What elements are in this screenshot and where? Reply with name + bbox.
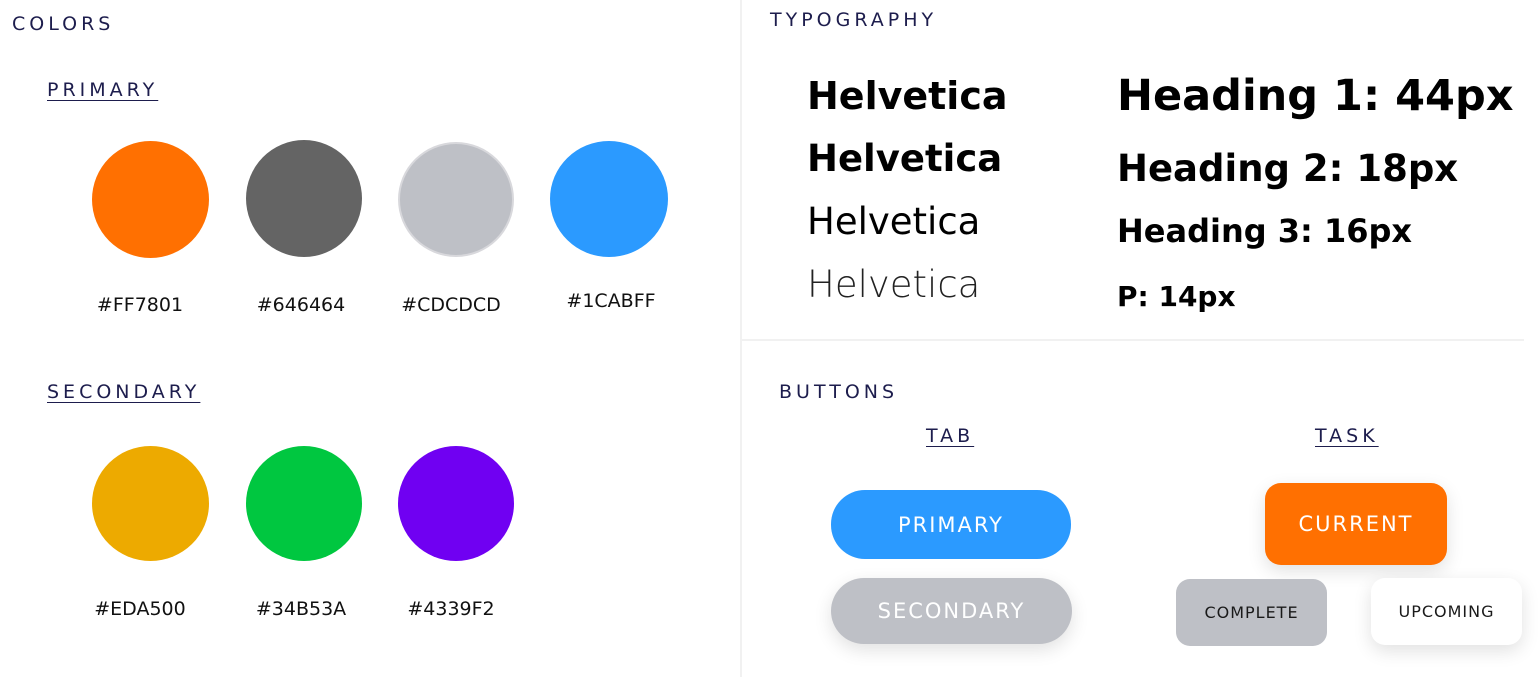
secondary-swatch-purple xyxy=(398,446,514,561)
primary-hex-label: #FF7801 xyxy=(96,294,184,316)
secondary-colors-label: SECONDARY xyxy=(47,381,201,403)
horizontal-divider xyxy=(742,339,1524,341)
primary-colors-label: PRIMARY xyxy=(47,79,159,101)
secondary-hex-label: #4339F2 xyxy=(407,598,495,620)
primary-swatch-orange xyxy=(92,141,209,258)
colors-title: COLORS xyxy=(12,13,115,35)
secondary-swatch-green xyxy=(246,446,362,561)
buttons-title: BUTTONS xyxy=(779,381,899,403)
primary-hex-label: #CDCDCD xyxy=(401,294,501,316)
secondary-hex-label: #EDA500 xyxy=(94,598,186,620)
paragraph-sample: P: 14px xyxy=(1117,280,1236,313)
secondary-hex-label: #34B53A xyxy=(255,598,347,620)
primary-hex-label: #646464 xyxy=(256,294,346,316)
task-complete-button[interactable]: COMPLETE xyxy=(1176,579,1327,646)
task-upcoming-button[interactable]: UPCOMING xyxy=(1371,578,1522,645)
heading-1-sample: Heading 1: 44px xyxy=(1117,71,1514,121)
font-sample-bold: Helvetica xyxy=(807,74,1008,118)
font-sample-light: Helvetica xyxy=(807,263,981,306)
tab-buttons-label: TAB xyxy=(926,425,975,447)
font-sample-semibold: Helvetica xyxy=(807,137,1003,180)
task-current-button[interactable]: CURRENT xyxy=(1265,483,1447,565)
typography-title: TYPOGRAPHY xyxy=(770,9,938,31)
primary-swatch-light-gray xyxy=(398,142,514,257)
heading-3-sample: Heading 3: 16px xyxy=(1117,212,1413,250)
heading-2-sample: Heading 2: 18px xyxy=(1117,147,1459,190)
font-sample-regular: Helvetica xyxy=(807,200,981,243)
tab-secondary-button[interactable]: SECONDARY xyxy=(831,578,1072,644)
task-buttons-label: TASK xyxy=(1315,425,1379,447)
primary-swatch-blue xyxy=(550,141,668,257)
secondary-swatch-yellow xyxy=(92,446,209,561)
primary-swatch-dark-gray xyxy=(246,140,362,257)
tab-primary-button[interactable]: PRIMARY xyxy=(831,490,1071,559)
primary-hex-label: #1CABFF xyxy=(566,290,656,312)
